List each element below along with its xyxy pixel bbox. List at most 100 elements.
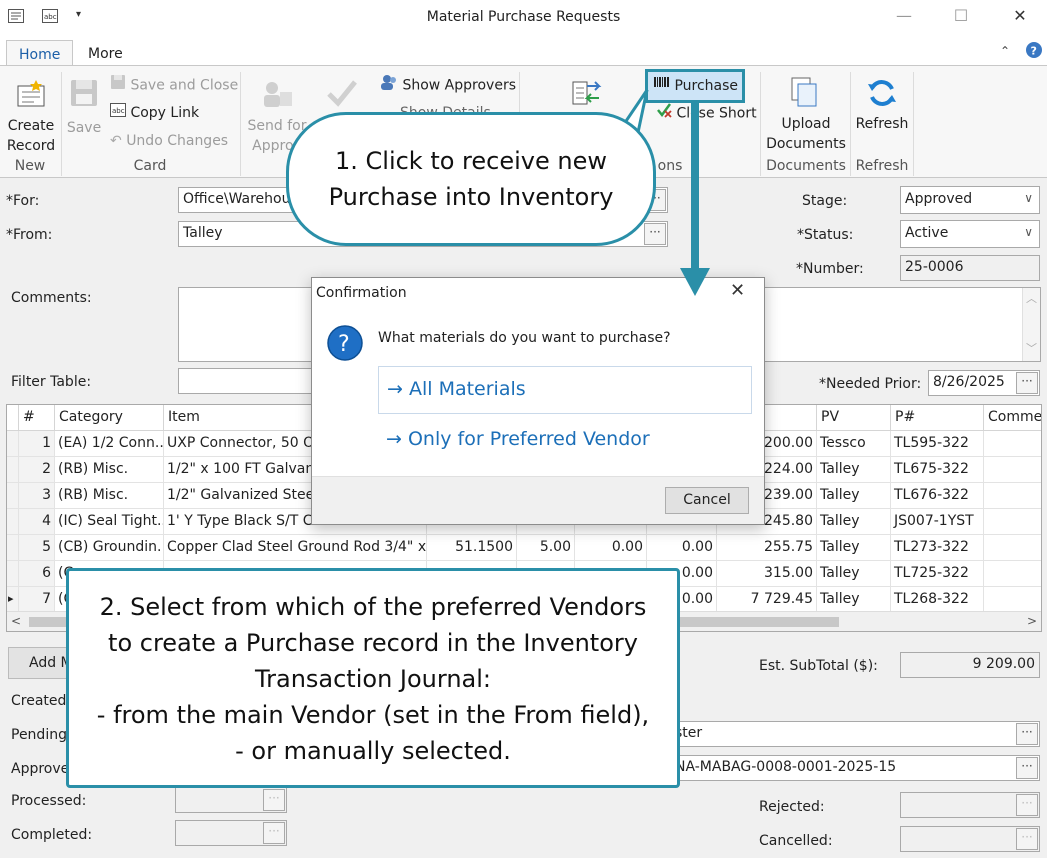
approved-browse-button[interactable]: ··· — [1016, 757, 1038, 779]
chevron-down-icon: ∨ — [1024, 225, 1033, 239]
cell-pn: TL273-322 — [891, 535, 984, 561]
callout-1-line-1: 1. Click to receive new — [334, 147, 607, 175]
column-header-category[interactable]: Category — [55, 405, 164, 431]
add-materials-label: Add M — [29, 655, 70, 671]
refresh-button[interactable]: Refresh — [853, 76, 911, 134]
upload-documents-label: Upload Documents — [766, 116, 846, 152]
group-label-documents: Documents — [766, 158, 846, 174]
scroll-right-icon[interactable]: > — [1027, 614, 1037, 628]
pending-label: Pending — [11, 727, 67, 743]
row-indicator[interactable] — [7, 483, 19, 509]
cell-pn: TL676-322 — [891, 483, 984, 509]
row-indicator[interactable] — [7, 457, 19, 483]
approved-label: Approve — [11, 761, 70, 777]
option-preferred-vendor[interactable]: → Only for Preferred Vendor — [378, 418, 752, 462]
callout-step-1: 1. Click to receive new Purchase into In… — [286, 112, 656, 246]
cell-qty: 5.00 — [517, 535, 575, 561]
close-button[interactable]: ✕ — [1000, 6, 1040, 30]
column-header-comment[interactable]: Commen — [984, 405, 1041, 431]
approvers-icon — [380, 74, 398, 97]
group-label-refresh: Refresh — [855, 158, 909, 174]
scroll-up-icon[interactable]: ︿ — [1023, 290, 1040, 306]
dialog-question: What materials do you want to purchase? — [378, 330, 671, 346]
help-icon[interactable]: ? — [1026, 42, 1042, 62]
row-indicator[interactable] — [7, 509, 19, 535]
save-disk-icon — [67, 78, 101, 112]
pending-field[interactable]: ster — [670, 721, 1040, 747]
processed-browse-button[interactable]: ··· — [263, 789, 285, 811]
comments-scrollbar[interactable]: ︿ ﹀ — [1022, 288, 1040, 361]
cell-total: 7 729.45 — [717, 587, 817, 613]
create-record-button[interactable]: Create Record — [4, 78, 58, 156]
approved-field[interactable]: NA-MABAG-0008-0001-2025-15 — [670, 755, 1040, 781]
undo-changes-label: Undo Changes — [126, 133, 229, 149]
undo-changes-button[interactable]: ↶ Undo Changes — [110, 130, 228, 152]
completed-browse-button[interactable]: ··· — [263, 822, 285, 844]
cell-comment — [984, 431, 1041, 457]
column-header-pn[interactable]: P# — [891, 405, 984, 431]
column-header-number[interactable]: # — [19, 405, 55, 431]
cell-comment — [984, 587, 1041, 613]
save-and-close-button[interactable]: Save and Close — [110, 74, 238, 96]
approved-value: NA-MABAG-0008-0001-2025-15 — [675, 759, 897, 775]
save-label: Save — [66, 120, 102, 136]
status-value: Active — [905, 225, 949, 241]
cell-c1: 0.00 — [575, 535, 647, 561]
row-indicator[interactable] — [7, 535, 19, 561]
rejected-browse-button[interactable]: ··· — [1016, 794, 1038, 816]
scroll-down-icon[interactable]: ﹀ — [1023, 340, 1040, 356]
tab-home[interactable]: Home — [6, 40, 74, 66]
svg-text:abc: abc — [112, 107, 125, 115]
row-indicator[interactable]: ▸ — [7, 587, 19, 613]
save-button[interactable]: Save — [64, 78, 104, 138]
copy-link-button[interactable]: abc Copy Link — [110, 102, 199, 124]
pending-browse-button[interactable]: ··· — [1016, 723, 1038, 745]
add-materials-button[interactable]: Add M — [8, 647, 70, 679]
stage-select[interactable]: Approved ∨ — [900, 186, 1040, 214]
cell-comment — [984, 561, 1041, 587]
date-picker-button[interactable]: ··· — [1016, 372, 1038, 394]
copy-link-label: Copy Link — [130, 105, 200, 121]
cell-category: (RB) Misc. — [55, 483, 164, 509]
for-value: Office\Warehou — [183, 191, 291, 207]
cell-number: 4 — [19, 509, 55, 535]
processed-label: Processed: — [11, 793, 87, 809]
minimize-button[interactable]: — — [884, 6, 924, 30]
copy-link-icon: abc — [110, 102, 126, 124]
dialog-close-button[interactable]: ✕ — [730, 280, 745, 301]
group-label-new: New — [14, 158, 46, 174]
cancelled-label: Cancelled: — [759, 833, 833, 849]
ribbon-tabs: Home More ⌃ ? — [0, 36, 1047, 66]
needed-prior-value: 8/26/2025 — [933, 374, 1005, 390]
scroll-left-icon[interactable]: < — [11, 614, 21, 628]
create-record-icon — [14, 78, 48, 112]
show-approvers-label: Show Approvers — [402, 77, 516, 94]
column-header-pv[interactable]: PV — [817, 405, 891, 431]
cell-c2: 0.00 — [647, 535, 717, 561]
tab-more[interactable]: More — [76, 40, 135, 66]
dialog-title: Confirmation — [316, 285, 407, 301]
number-label: *Number: — [796, 261, 864, 277]
cell-total: 315.00 — [717, 561, 817, 587]
stage-value: Approved — [905, 191, 973, 207]
cancel-button[interactable]: Cancel — [665, 487, 749, 514]
maximize-button[interactable]: ☐ — [941, 6, 981, 30]
from-label: *From: — [6, 227, 53, 243]
row-indicator[interactable] — [7, 431, 19, 457]
approve-check-icon[interactable] — [326, 78, 358, 112]
show-approvers-button[interactable]: Show Approvers — [380, 74, 516, 96]
svg-text:?: ? — [338, 332, 350, 357]
option-all-materials[interactable]: → All Materials — [378, 366, 752, 414]
filter-table-label: Filter Table: — [11, 374, 92, 390]
upload-documents-button[interactable]: Upload Documents — [764, 76, 848, 154]
ribbon-separator — [61, 72, 62, 176]
status-select[interactable]: Active ∨ — [900, 220, 1040, 248]
completed-label: Completed: — [11, 827, 93, 843]
transfer-icon[interactable] — [569, 76, 603, 114]
cancelled-browse-button[interactable]: ··· — [1016, 828, 1038, 850]
number-field: 25-0006 — [900, 255, 1040, 281]
row-indicator[interactable] — [7, 561, 19, 587]
cell-number: 2 — [19, 457, 55, 483]
cell-pv: Talley — [817, 561, 891, 587]
collapse-ribbon-icon[interactable]: ⌃ — [1000, 44, 1010, 58]
